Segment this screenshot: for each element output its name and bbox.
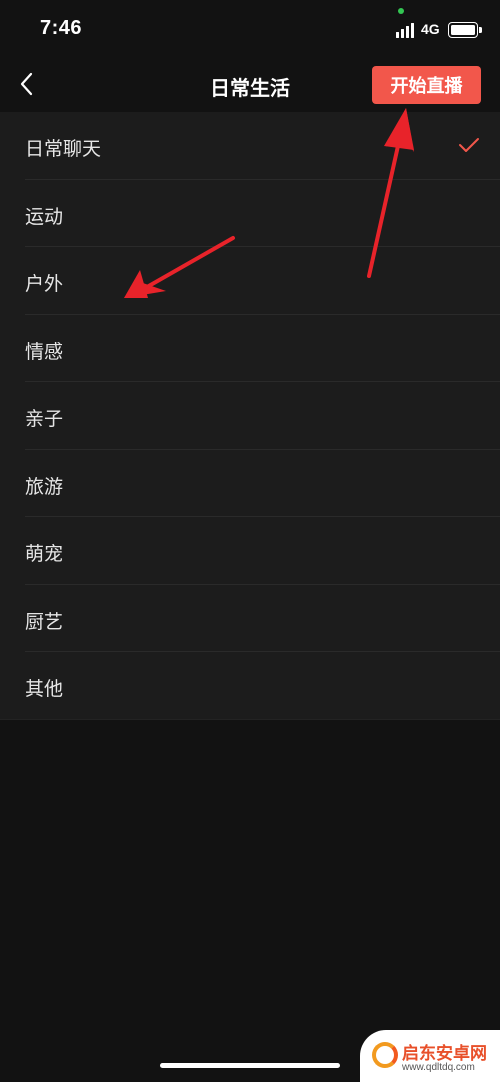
- watermark-url: www.qdltdq.com: [402, 1062, 475, 1073]
- category-item[interactable]: 户外: [0, 247, 500, 315]
- category-label: 亲子: [25, 408, 64, 430]
- category-label: 萌宠: [25, 543, 64, 565]
- category-label: 日常聊天: [25, 138, 102, 160]
- category-label: 旅游: [25, 475, 64, 498]
- category-label: 其他: [25, 678, 64, 700]
- category-item[interactable]: 情感: [0, 315, 500, 382]
- category-item[interactable]: 厨艺: [0, 585, 500, 652]
- watermark: 启东安卓网 www.qdltdq.com: [360, 1030, 500, 1082]
- nav-bar: 日常生活 开始直播: [0, 60, 500, 112]
- category-item[interactable]: 日常聊天: [0, 112, 500, 180]
- status-bar: 7:46 4G: [0, 0, 500, 60]
- signal-icon: [396, 22, 416, 38]
- network-type: 4G: [421, 21, 440, 37]
- category-item[interactable]: 其他: [0, 652, 500, 720]
- category-item[interactable]: 旅游: [0, 450, 500, 517]
- category-item[interactable]: 运动: [0, 180, 500, 247]
- watermark-logo-icon: [372, 1042, 398, 1068]
- category-item[interactable]: 亲子: [0, 382, 500, 450]
- home-indicator[interactable]: [160, 1063, 340, 1068]
- category-label: 情感: [25, 340, 64, 363]
- watermark-title: 启东安卓网: [402, 1044, 487, 1064]
- battery-icon: [448, 22, 482, 38]
- start-live-button[interactable]: 开始直播: [372, 66, 481, 104]
- category-label: 运动: [25, 205, 64, 228]
- category-label: 户外: [25, 273, 64, 295]
- privacy-indicator-dot: [398, 8, 404, 14]
- check-icon: [459, 138, 479, 152]
- status-time: 7:46: [40, 17, 83, 39]
- list-divider: [0, 718, 500, 720]
- category-item[interactable]: 萌宠: [0, 517, 500, 585]
- category-list: 日常聊天运动户外情感亲子旅游萌宠厨艺其他: [0, 112, 500, 720]
- category-label: 厨艺: [25, 610, 64, 633]
